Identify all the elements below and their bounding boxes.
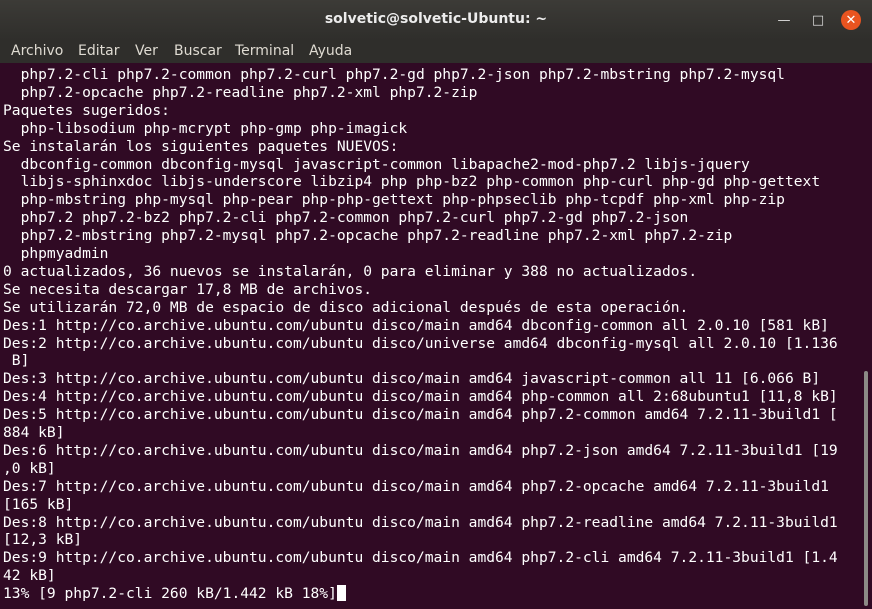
terminal-line: Se utilizarán 72,0 MB de espacio de disc… [3, 298, 689, 316]
terminal-line: php-libsodium php-mcrypt php-gmp php-ima… [3, 119, 408, 137]
menu-archivo[interactable]: Archivo [11, 43, 63, 59]
terminal-output[interactable]: php7.2-cli php7.2-common php7.2-curl php… [0, 63, 860, 609]
minimize-icon[interactable]: — [775, 11, 793, 29]
terminal-line: php7.2-opcache php7.2-readline php7.2-xm… [3, 83, 478, 101]
terminal-line: php7.2-mbstring php7.2-mysql php7.2-opca… [3, 227, 733, 245]
menu-editar[interactable]: Editar [78, 43, 119, 59]
terminal-line: Se necesita descargar 17,8 MB de archivo… [3, 280, 373, 298]
terminal-line: 13% [9 php7.2-cli 260 kB/1.442 kB 18%] [3, 585, 346, 603]
terminal-line: Des:7 http://co.archive.ubuntu.com/ubunt… [3, 477, 829, 495]
terminal-line: dbconfig-common dbconfig-mysql javascrip… [3, 155, 750, 173]
terminal-line: 884 kB] [3, 424, 65, 441]
menu-buscar[interactable]: Buscar [174, 43, 222, 59]
terminal-line: Paquetes sugeridos: [3, 101, 170, 119]
terminal-line: 0 actualizados, 36 nuevos se instalarán,… [3, 262, 698, 280]
close-icon[interactable]: ✕ [841, 10, 861, 30]
terminal-line: 42 kB] [3, 567, 56, 585]
terminal-line: ,0 kB] [3, 459, 56, 477]
terminal-line: php7.2-cli php7.2-common php7.2-curl php… [3, 66, 785, 83]
terminal-line: Des:2 http://co.archive.ubuntu.com/ubunt… [3, 334, 838, 352]
terminal-line: [165 kB] [3, 495, 74, 513]
terminal-line: Des:3 http://co.archive.ubuntu.com/ubunt… [3, 370, 821, 388]
terminal-line: php7.2 php7.2-bz2 php7.2-cli php7.2-comm… [3, 209, 689, 227]
maximize-icon[interactable]: □ [809, 11, 827, 29]
terminal-line: B] [3, 352, 30, 370]
terminal-line: Des:9 http://co.archive.ubuntu.com/ubunt… [3, 549, 838, 567]
terminal-line: phpmyadmin [3, 245, 109, 262]
terminal-line: Des:6 http://co.archive.ubuntu.com/ubunt… [3, 441, 838, 459]
terminal-line: Des:8 http://co.archive.ubuntu.com/ubunt… [3, 513, 838, 531]
menu-terminal[interactable]: Terminal [235, 43, 294, 59]
scrollbar-thumb[interactable] [864, 371, 868, 606]
scrollbar[interactable] [860, 63, 872, 609]
title-bar[interactable]: solvetic@solvetic-Ubuntu: ~ — □ ✕ [0, 0, 872, 40]
terminal-line: Se instalarán los siguientes paquetes NU… [3, 137, 399, 155]
menu-ver[interactable]: Ver [135, 43, 158, 59]
terminal-line: Des:1 http://co.archive.ubuntu.com/ubunt… [3, 316, 829, 334]
text-cursor [336, 585, 346, 602]
terminal-line: php-mbstring php-mysql php-pear php-php-… [3, 191, 785, 209]
menu-bar: Archivo Editar Ver Buscar Terminal Ayuda [0, 40, 872, 63]
terminal-line: libjs-sphinxdoc libjs-underscore libzip4… [3, 173, 821, 191]
terminal-line: [12,3 kB] [3, 531, 83, 549]
window-title: solvetic@solvetic-Ubuntu: ~ [324, 11, 548, 27]
terminal-window: solvetic@solvetic-Ubuntu: ~ — □ ✕ Archiv… [0, 0, 872, 609]
menu-ayuda[interactable]: Ayuda [309, 43, 352, 59]
terminal-line: Des:4 http://co.archive.ubuntu.com/ubunt… [3, 388, 838, 406]
terminal-line: Des:5 http://co.archive.ubuntu.com/ubunt… [3, 406, 838, 424]
